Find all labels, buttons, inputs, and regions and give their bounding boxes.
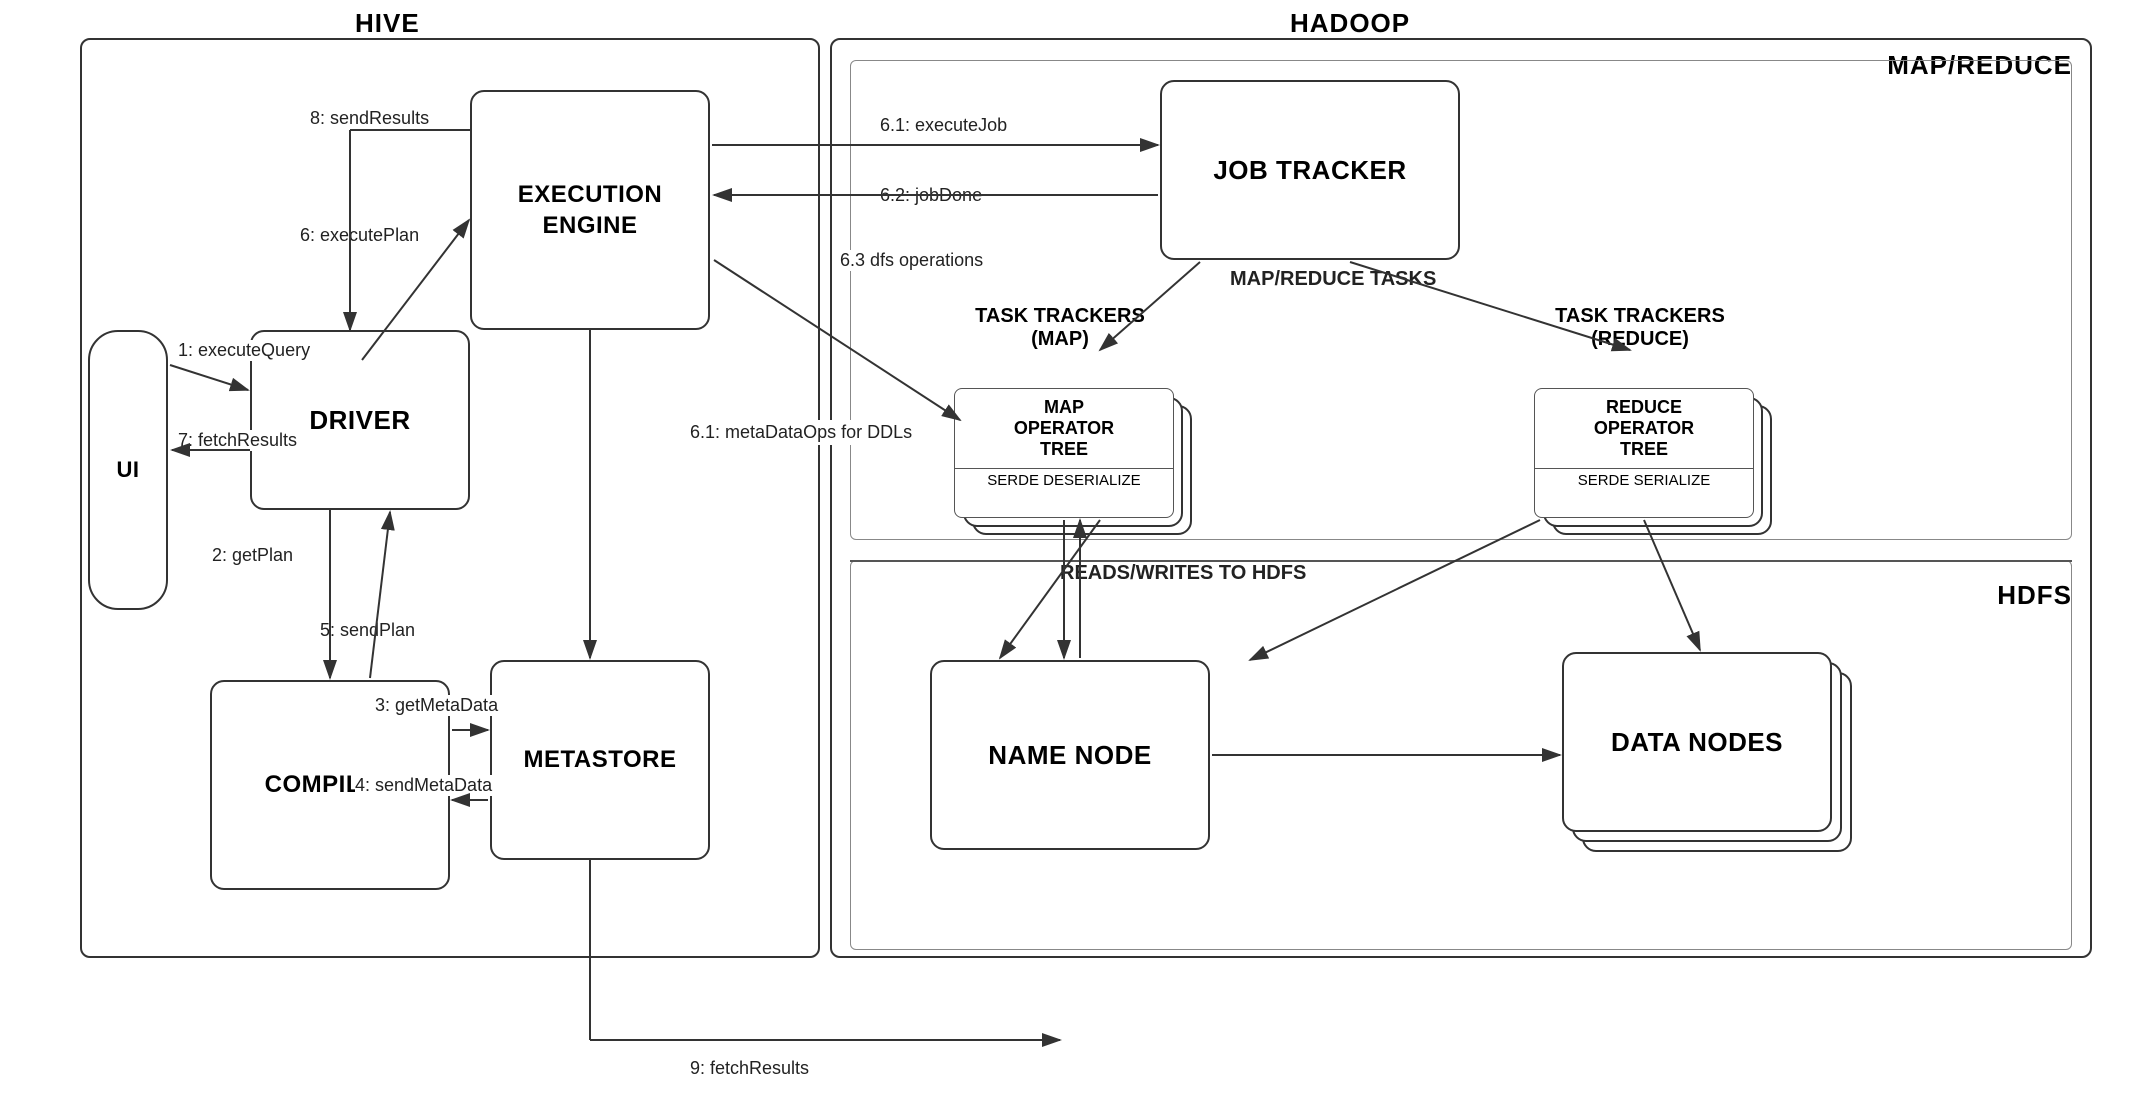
arrow-label-6: 6: executePlan (300, 225, 419, 246)
arrow-label-8: 8: sendResults (310, 108, 429, 129)
hadoop-label: HADOOP (1290, 8, 1410, 39)
hdfs-divider (850, 560, 2072, 562)
arrow-label-5: 5: sendPlan (320, 620, 415, 641)
hive-label: HIVE (355, 8, 420, 39)
arrow-label-62: 6.2: jobDone (880, 185, 982, 206)
name-node-box: NAME NODE (930, 660, 1210, 850)
arrow-label-61: 6.1: executeJob (880, 115, 1007, 136)
arrow-label-3: 3: getMetaData (375, 695, 498, 716)
execution-engine-box: EXECUTION ENGINE (470, 90, 710, 330)
ui-box: UI (88, 330, 168, 610)
arrow-label-1: 1: executeQuery (178, 340, 310, 361)
task-trackers-reduce-label: TASK TRACKERS(REDUCE) (1500, 305, 1780, 351)
arrow-label-4: 4: sendMetaData (355, 775, 492, 796)
reduce-operator-tree-box: REDUCEOPERATORTREE SERDE SERIALIZE (1534, 388, 1754, 518)
data-nodes-box: DATA NODES (1562, 652, 1832, 832)
diagram: HIVE HADOOP MAP/REDUCE HDFS UI DRIVER CO… (0, 0, 2132, 1104)
job-tracker-box: JOB TRACKER (1160, 80, 1460, 260)
serde-serialize-label: SERDE SERIALIZE (1535, 468, 1753, 492)
arrow-label-7: 7: fetchResults (178, 430, 297, 451)
arrow-label-reads-writes: READS/WRITES TO HDFS (1060, 562, 1306, 585)
arrow-label-61b: 6.1: metaDataOps for DDLs (690, 420, 912, 445)
arrow-label-map-reduce-tasks: MAP/REDUCE TASKS (1230, 268, 1436, 291)
serde-deserialize-label: SERDE DESERIALIZE (955, 468, 1173, 492)
arrow-label-2: 2: getPlan (212, 545, 293, 566)
arrow-label-9: 9: fetchResults (690, 1058, 809, 1079)
metastore-box: METASTORE (490, 660, 710, 860)
task-trackers-map-label: TASK TRACKERS(MAP) (920, 305, 1200, 351)
map-operator-tree-box: MAPOPERATORTREE SERDE DESERIALIZE (954, 388, 1174, 518)
arrow-label-63: 6.3 dfs operations (840, 250, 983, 271)
